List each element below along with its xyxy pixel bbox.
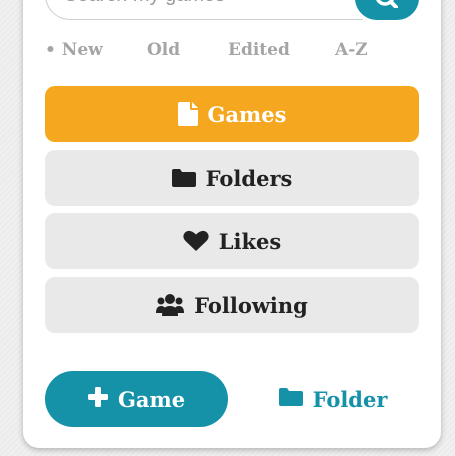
search-icon (376, 0, 398, 12)
users-icon (156, 293, 185, 317)
add-folder-label: Folder (312, 386, 388, 412)
nav-folders-label: Folders (205, 165, 293, 191)
folder-icon (171, 168, 196, 188)
sort-new[interactable]: • New (45, 40, 103, 60)
search-input[interactable] (45, 0, 363, 20)
nav-likes-button[interactable]: Likes (45, 213, 419, 269)
add-game-label: Game (117, 386, 186, 412)
folder-icon (278, 387, 303, 412)
search-bar (45, 0, 419, 22)
nav-following-button[interactable]: Following (45, 277, 419, 333)
nav-folders-button[interactable]: Folders (45, 150, 419, 206)
sort-a-z[interactable]: A-Z (335, 40, 368, 60)
nav-games-label: Games (207, 101, 287, 127)
search-button[interactable] (355, 0, 419, 20)
heart-icon (183, 230, 209, 252)
add-game-button[interactable]: Game (45, 371, 228, 427)
sort-options: • New Old Edited A-Z (45, 40, 419, 68)
sort-edited[interactable]: Edited (228, 40, 290, 60)
sort-old[interactable]: Old (147, 40, 180, 60)
file-icon (177, 102, 198, 126)
games-panel: • New Old Edited A-Z Games Folders Likes… (23, 0, 441, 448)
nav-games-button[interactable]: Games (45, 86, 419, 142)
plus-icon (87, 386, 108, 412)
nav-likes-label: Likes (218, 228, 282, 254)
add-folder-button[interactable]: Folder (273, 371, 393, 427)
nav-following-label: Following (194, 292, 308, 318)
